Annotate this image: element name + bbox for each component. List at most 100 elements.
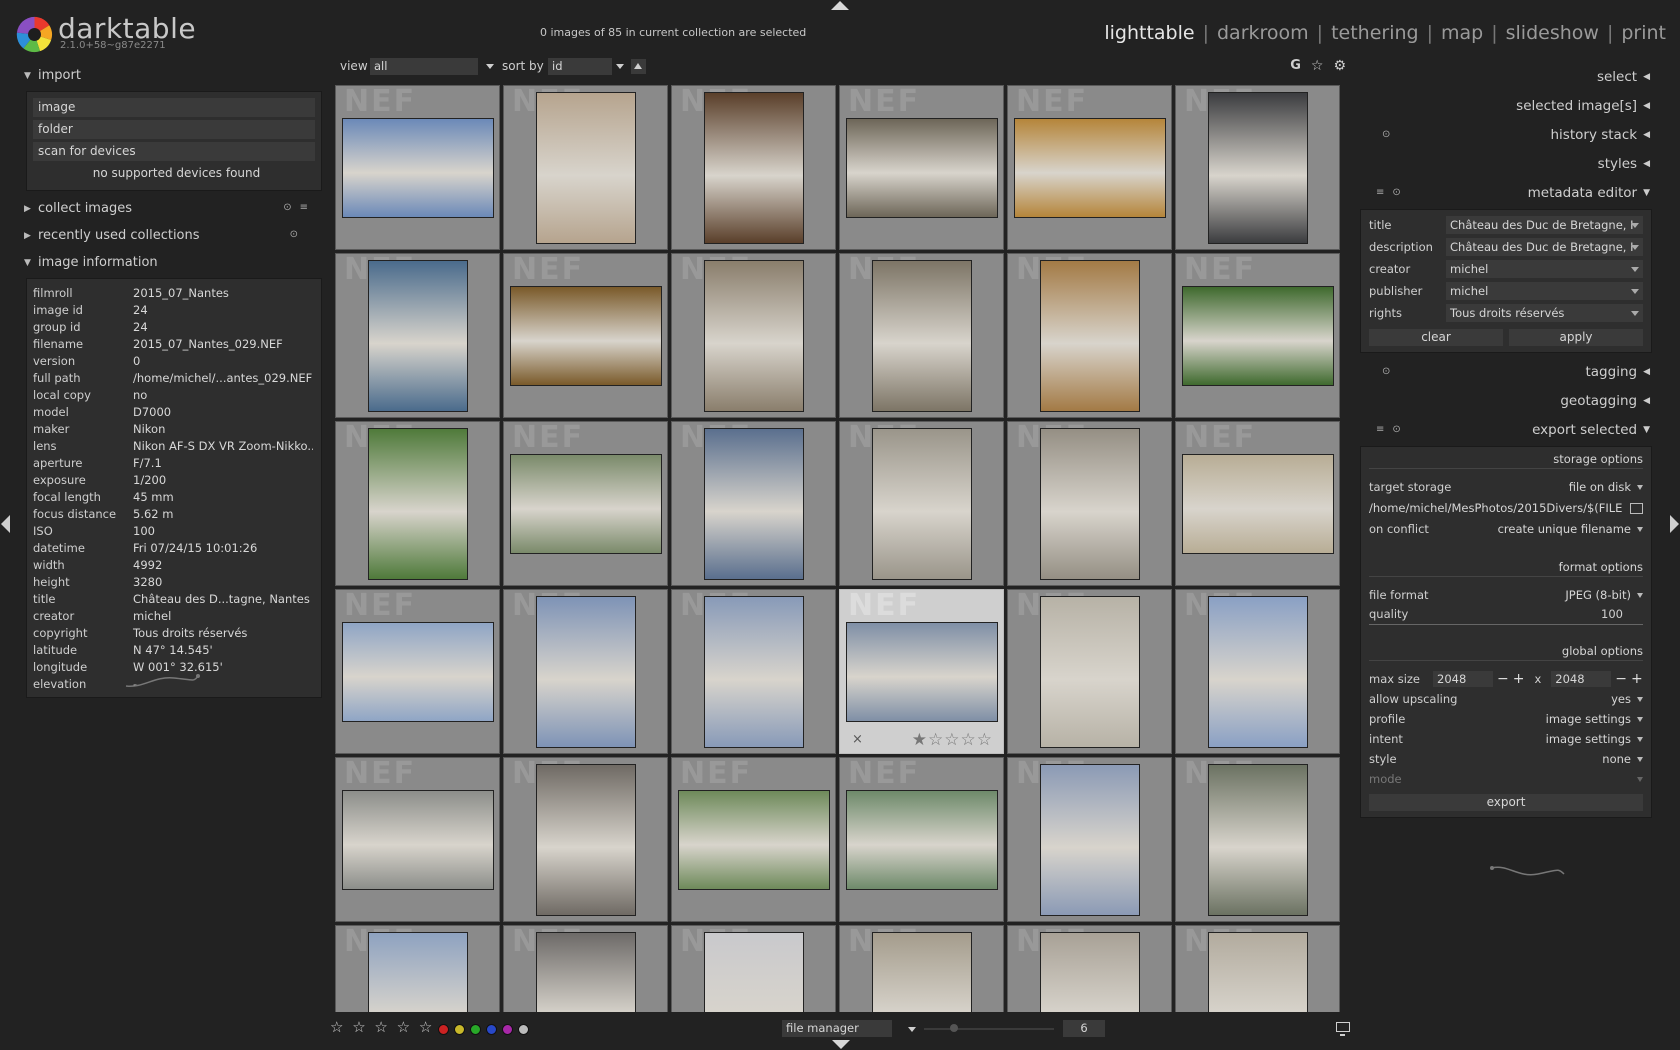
thumbnail-cell[interactable]: NEF [503, 85, 668, 250]
target-storage-value[interactable]: file on disk [1569, 480, 1631, 494]
collect-images-header[interactable]: ▶ collect images ⊙ ≡ [24, 195, 324, 222]
plus-icon[interactable]: + [1513, 671, 1525, 687]
thumbnail-cell[interactable]: NEF × ★☆☆☆☆ [839, 589, 1004, 754]
reset-icon[interactable]: ⊙ [1392, 187, 1400, 198]
color-label-dot[interactable] [518, 1024, 529, 1035]
view-filter-select[interactable]: all [370, 58, 478, 75]
on-conflict-value[interactable]: create unique filename [1498, 522, 1631, 536]
color-label-dot[interactable] [502, 1024, 513, 1035]
reset-icon[interactable]: ⊙ [283, 202, 291, 213]
thumbnail-cell[interactable]: NEF [1007, 925, 1172, 1012]
export-selected-header[interactable]: ≡ ⊙ export selected ▼ [1358, 415, 1654, 444]
allow-upscaling-row[interactable]: allow upscaling yes [1369, 689, 1643, 709]
metadata-input[interactable]: michel [1446, 260, 1643, 278]
chevron-down-icon[interactable] [616, 64, 624, 69]
metadata-apply-button[interactable]: apply [1509, 329, 1643, 346]
geotagging-header[interactable]: geotagging ◀ [1358, 386, 1654, 415]
tagging-header[interactable]: ⊙ tagging ◀ [1358, 357, 1654, 386]
sort-order-button[interactable] [631, 59, 646, 74]
thumbnail-cell[interactable]: NEF [503, 421, 668, 586]
allow-upscaling-value[interactable]: yes [1611, 692, 1631, 706]
thumbnail-cell[interactable]: NEF [1175, 85, 1340, 250]
thumbnail-cell[interactable]: NEF [335, 253, 500, 418]
zoom-slider-handle[interactable] [950, 1024, 958, 1032]
thumbnail-cell[interactable]: NEF [1175, 589, 1340, 754]
minus-icon[interactable]: − [1615, 671, 1627, 687]
scan-devices-button[interactable]: scan for devices [33, 142, 315, 161]
thumbnail-cell[interactable]: NEF [839, 757, 1004, 922]
thumbnail-cell[interactable]: NEF [839, 925, 1004, 1012]
history-stack-header[interactable]: ⊙ history stack ◀ [1358, 120, 1654, 149]
reset-icon[interactable]: ⊙ [290, 229, 298, 240]
reject-icon[interactable]: × [852, 732, 863, 747]
thumbnail-cell[interactable]: NEF [839, 421, 1004, 586]
import-module-header[interactable]: ▼ import [24, 62, 324, 89]
thumbnail-cell[interactable]: NEF [671, 925, 836, 1012]
view-map[interactable]: map [1441, 22, 1483, 44]
view-print[interactable]: print [1621, 22, 1666, 44]
thumbnail-cell[interactable]: NEF [671, 757, 836, 922]
selected-images-header[interactable]: selected image[s] ◀ [1358, 91, 1654, 120]
view-lighttable[interactable]: lighttable [1104, 22, 1194, 44]
thumbnail-cell[interactable]: NEF [1175, 253, 1340, 418]
thumbnail-cell[interactable]: NEF [1007, 589, 1172, 754]
recent-collections-header[interactable]: ▶ recently used collections ⊙ [24, 222, 324, 249]
select-module-header[interactable]: select ◀ [1358, 62, 1654, 91]
target-storage-row[interactable]: target storage file on disk [1369, 477, 1643, 497]
thumbnail-cell[interactable]: NEF [335, 589, 500, 754]
color-label-dot[interactable] [454, 1024, 465, 1035]
collapse-right-panel-arrow-icon[interactable] [1670, 515, 1679, 533]
display-icon[interactable] [1336, 1022, 1350, 1036]
view-slideshow[interactable]: slideshow [1506, 22, 1599, 44]
zoom-slider-track[interactable] [924, 1028, 1054, 1030]
thumbnail-rating-stars[interactable]: ★☆☆☆☆ [912, 730, 993, 750]
zoom-entry[interactable]: 6 [1063, 1020, 1105, 1037]
color-label-dot[interactable] [438, 1024, 449, 1035]
view-tethering[interactable]: tethering [1331, 22, 1419, 44]
reset-icon[interactable]: ⊙ [1392, 424, 1400, 435]
thumbnail-cell[interactable]: NEF [1175, 421, 1340, 586]
metadata-input[interactable]: Tous droits réservés [1446, 304, 1643, 322]
thumbnail-cell[interactable]: NEF [1175, 925, 1340, 1012]
collapse-top-panel-arrow-icon[interactable] [831, 1, 849, 10]
profile-value[interactable]: image settings [1546, 712, 1631, 726]
chevron-down-icon[interactable] [486, 64, 494, 69]
quality-slider[interactable]: quality 100 [1369, 605, 1643, 625]
layout-select[interactable]: file manager [782, 1020, 892, 1037]
color-label-dot[interactable] [486, 1024, 497, 1035]
mode-row[interactable]: mode [1369, 769, 1643, 789]
thumbnail-cell[interactable]: NEF [671, 253, 836, 418]
color-label-dot[interactable] [470, 1024, 481, 1035]
import-folder-button[interactable]: folder [33, 120, 315, 139]
file-format-row[interactable]: file format JPEG (8-bit) [1369, 585, 1643, 605]
intent-value[interactable]: image settings [1546, 732, 1631, 746]
intent-row[interactable]: intent image settings [1369, 729, 1643, 749]
presets-icon[interactable]: ≡ [300, 202, 308, 213]
thumbnail-cell[interactable]: NEF [671, 589, 836, 754]
thumbnail-cell[interactable]: NEF [503, 253, 668, 418]
chevron-down-icon[interactable] [908, 1027, 916, 1032]
collapse-left-panel-arrow-icon[interactable] [1, 515, 10, 533]
sort-select[interactable]: id [548, 58, 612, 75]
grouping-icon[interactable]: G [1290, 58, 1301, 74]
thumbnail-cell[interactable]: NEF [1007, 85, 1172, 250]
thumbnail-cell[interactable]: NEF [1007, 757, 1172, 922]
thumbnail-cell[interactable]: NEF [839, 85, 1004, 250]
export-path-input[interactable]: /home/michel/MesPhotos/2015Divers/$(FILE [1369, 501, 1624, 515]
import-image-button[interactable]: image [33, 98, 315, 117]
max-height-input[interactable]: 2048 [1551, 671, 1612, 687]
star-icon[interactable]: ☆ [1311, 58, 1324, 74]
rating-filter-stars[interactable]: ☆ ☆ ☆ ☆ ☆ [330, 1018, 434, 1036]
metadata-editor-header[interactable]: ≡ ⊙ metadata editor ▼ [1358, 178, 1654, 207]
thumbnail-cell[interactable]: NEF [503, 589, 668, 754]
style-value[interactable]: none [1602, 752, 1631, 766]
image-information-header[interactable]: ▼ image information [24, 249, 324, 276]
view-darkroom[interactable]: darkroom [1217, 22, 1309, 44]
thumbnail-cell[interactable]: NEF [671, 85, 836, 250]
thumbnail-cell[interactable]: NEF [335, 757, 500, 922]
presets-icon[interactable]: ≡ [1376, 424, 1384, 435]
thumbnail-cell[interactable]: NEF [671, 421, 836, 586]
reset-icon[interactable]: ⊙ [1382, 129, 1390, 140]
on-conflict-row[interactable]: on conflict create unique filename [1369, 519, 1643, 539]
metadata-input[interactable]: michel [1446, 282, 1643, 300]
